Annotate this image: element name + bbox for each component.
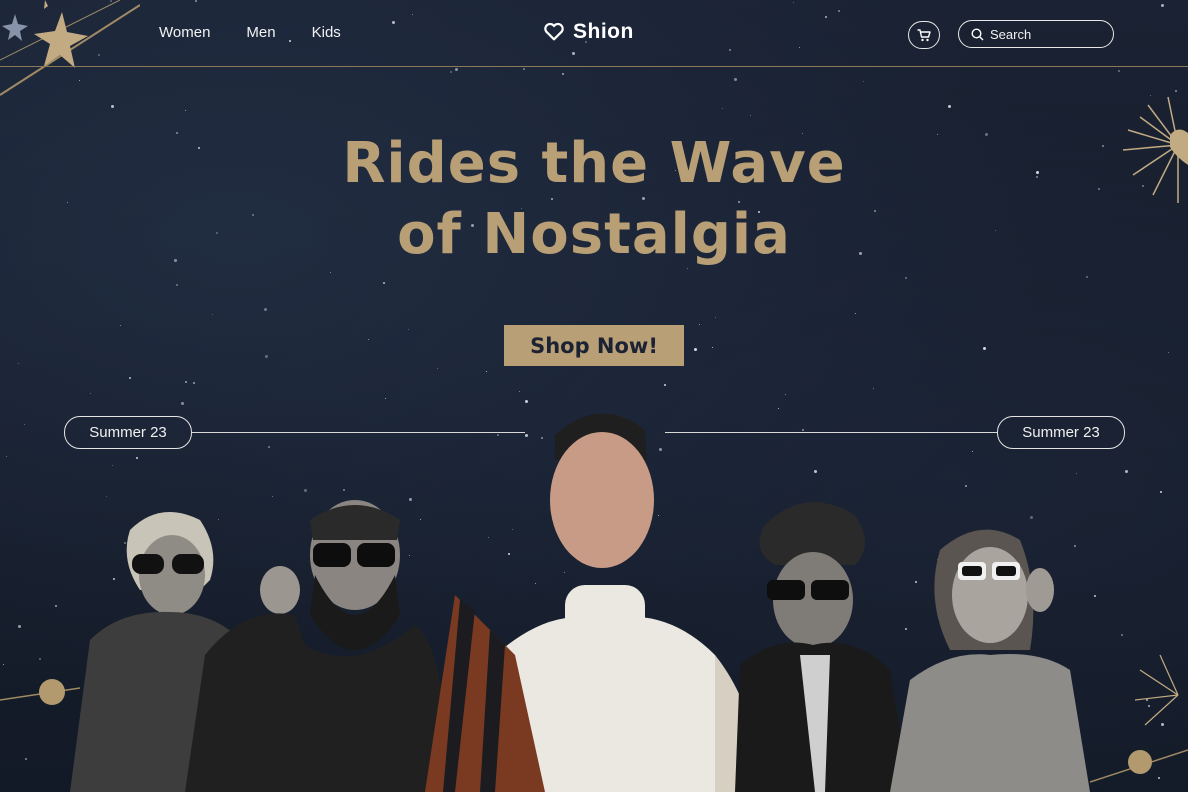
search-icon xyxy=(971,27,984,40)
star-dot xyxy=(185,381,187,383)
star-dot xyxy=(1030,516,1033,519)
star-dot xyxy=(873,388,874,389)
star-dot xyxy=(25,758,27,760)
search-input[interactable] xyxy=(990,26,1100,42)
star-dot xyxy=(642,197,645,200)
star-dot xyxy=(972,451,973,452)
star-dot xyxy=(3,664,4,665)
star-dot xyxy=(523,68,525,70)
star-dot xyxy=(18,625,21,628)
star-dot xyxy=(111,105,114,108)
star-dot xyxy=(694,348,697,351)
star-dot xyxy=(1118,70,1120,72)
star-dot xyxy=(24,424,25,425)
star-dot xyxy=(268,446,270,448)
brand-logo[interactable]: Shion xyxy=(543,20,634,44)
star-dot xyxy=(112,465,113,466)
star-dot xyxy=(368,339,369,340)
star-dot xyxy=(1121,634,1123,636)
star-dot xyxy=(67,202,68,203)
star-dot xyxy=(734,78,737,81)
cart-icon xyxy=(917,28,931,41)
star-dot xyxy=(699,324,700,325)
star-dot xyxy=(39,658,41,660)
star-dot xyxy=(785,394,786,395)
star-dot xyxy=(408,329,409,330)
star-dot xyxy=(181,402,184,405)
star-dot xyxy=(90,393,91,394)
star-dot xyxy=(383,282,385,284)
main-nav: Women Men Kids xyxy=(159,24,341,41)
star-dot xyxy=(814,470,817,473)
nav-item-women[interactable]: Women xyxy=(159,24,210,41)
star-dot xyxy=(193,382,195,384)
model-woman-denim-jacket xyxy=(890,529,1090,792)
nav-item-men[interactable]: Men xyxy=(246,24,275,41)
star-dot xyxy=(855,313,856,314)
star-dot xyxy=(1160,491,1162,493)
star-dot xyxy=(687,268,688,269)
star-dot xyxy=(1175,90,1177,92)
star-dot xyxy=(450,71,452,73)
star-dot xyxy=(722,108,723,109)
star-dot xyxy=(715,317,716,318)
star-dot xyxy=(712,347,713,348)
star-dot xyxy=(176,284,178,286)
star-dot xyxy=(1168,352,1169,353)
star-dot xyxy=(212,314,213,315)
star-dot xyxy=(176,132,178,134)
star-dot xyxy=(905,277,907,279)
star-dot xyxy=(519,391,520,392)
star-dot xyxy=(802,429,804,431)
star-dot xyxy=(18,363,19,364)
star-dot xyxy=(330,272,331,273)
star-dot xyxy=(6,456,7,457)
star-dot xyxy=(55,605,57,607)
star-dot xyxy=(525,400,528,403)
star-dot xyxy=(129,377,131,379)
gold-spark-decoration xyxy=(1090,654,1188,783)
star-dot xyxy=(863,81,864,82)
model-man-turtleneck xyxy=(425,413,765,792)
star-dot xyxy=(750,115,751,116)
search-box[interactable] xyxy=(958,20,1114,48)
model-man-leather-jacket xyxy=(735,502,910,792)
star-dot xyxy=(562,73,564,75)
cart-button[interactable] xyxy=(908,21,940,49)
star-dot xyxy=(1094,595,1096,597)
star-dot xyxy=(136,457,138,459)
nav-item-kids[interactable]: Kids xyxy=(312,24,341,41)
collection-badge-right: Summer 23 xyxy=(997,416,1125,449)
model-bearded-man xyxy=(185,500,446,792)
hero-headline-line2: of Nostalgia xyxy=(397,202,791,267)
heart-outline-icon xyxy=(544,22,564,41)
brand-name: Shion xyxy=(573,20,634,43)
star-dot xyxy=(486,371,487,372)
star-dot xyxy=(1076,473,1077,474)
star-dot xyxy=(948,105,951,108)
star-dot xyxy=(120,325,121,326)
star-dot xyxy=(965,485,967,487)
hero-headline-line1: Rides the Wave xyxy=(342,131,846,196)
star-dot xyxy=(455,68,458,71)
star-dot xyxy=(343,489,345,491)
star-dot xyxy=(551,198,553,200)
site-header: Women Men Kids Shion xyxy=(0,0,1188,67)
star-dot xyxy=(264,308,267,311)
star-dot xyxy=(983,347,986,350)
star-dot xyxy=(937,134,938,135)
shop-now-button[interactable]: Shop Now! xyxy=(504,325,684,366)
star-dot xyxy=(778,408,779,409)
star-dot xyxy=(106,496,107,497)
star-dot xyxy=(185,110,186,111)
star-dot xyxy=(437,368,438,369)
star-dot xyxy=(265,355,268,358)
star-dot xyxy=(664,384,666,386)
star-dot xyxy=(385,398,386,399)
star-dot xyxy=(304,489,307,492)
star-dot xyxy=(1125,470,1128,473)
star-dot xyxy=(1086,276,1088,278)
collection-badge-left: Summer 23 xyxy=(64,416,192,449)
